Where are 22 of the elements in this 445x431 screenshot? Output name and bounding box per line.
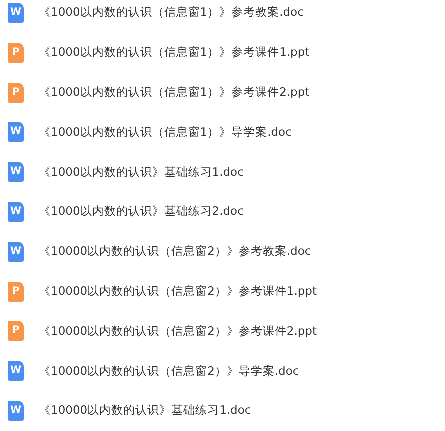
file-name[interactable]: 《1000以内数的认识（信息窗1）》参考课件2.ppt <box>39 84 310 102</box>
presentation-icon: P <box>8 42 24 63</box>
document-icon: W <box>8 202 24 222</box>
document-icon: W <box>8 3 24 23</box>
file-name[interactable]: 《10000以内数的认识》基础练习1.doc <box>39 402 252 420</box>
file-name[interactable]: 《1000以内数的认识（信息窗1）》参考教案.doc <box>39 4 304 22</box>
file-name[interactable]: 《1000以内数的认识（信息窗1）》导学案.doc <box>39 124 292 142</box>
document-icon: W <box>8 162 24 182</box>
file-name[interactable]: 《10000以内数的认识（信息窗2）》导学案.doc <box>39 362 300 380</box>
document-icon: W <box>8 400 24 421</box>
file-name[interactable]: 《1000以内数的认识》基础练习2.doc <box>39 203 244 221</box>
presentation-icon: P <box>8 321 24 342</box>
file-name[interactable]: 《10000以内数的认识（信息窗2）》参考课件1.ppt <box>39 282 317 300</box>
document-icon: W <box>8 242 24 262</box>
presentation-icon: P <box>8 282 24 302</box>
presentation-icon: P <box>8 82 24 103</box>
file-name[interactable]: 《1000以内数的认识》基础练习1.doc <box>39 164 244 181</box>
file-name[interactable]: 《10000以内数的认识（信息窗2）》参考课件2.ppt <box>39 322 317 340</box>
document-icon: W <box>8 361 24 382</box>
document-icon: W <box>8 122 24 142</box>
file-name[interactable]: 《10000以内数的认识（信息窗2）》参考教案.doc <box>39 243 312 260</box>
file-name[interactable]: 《1000以内数的认识（信息窗1）》参考课件1.ppt <box>39 44 310 62</box>
